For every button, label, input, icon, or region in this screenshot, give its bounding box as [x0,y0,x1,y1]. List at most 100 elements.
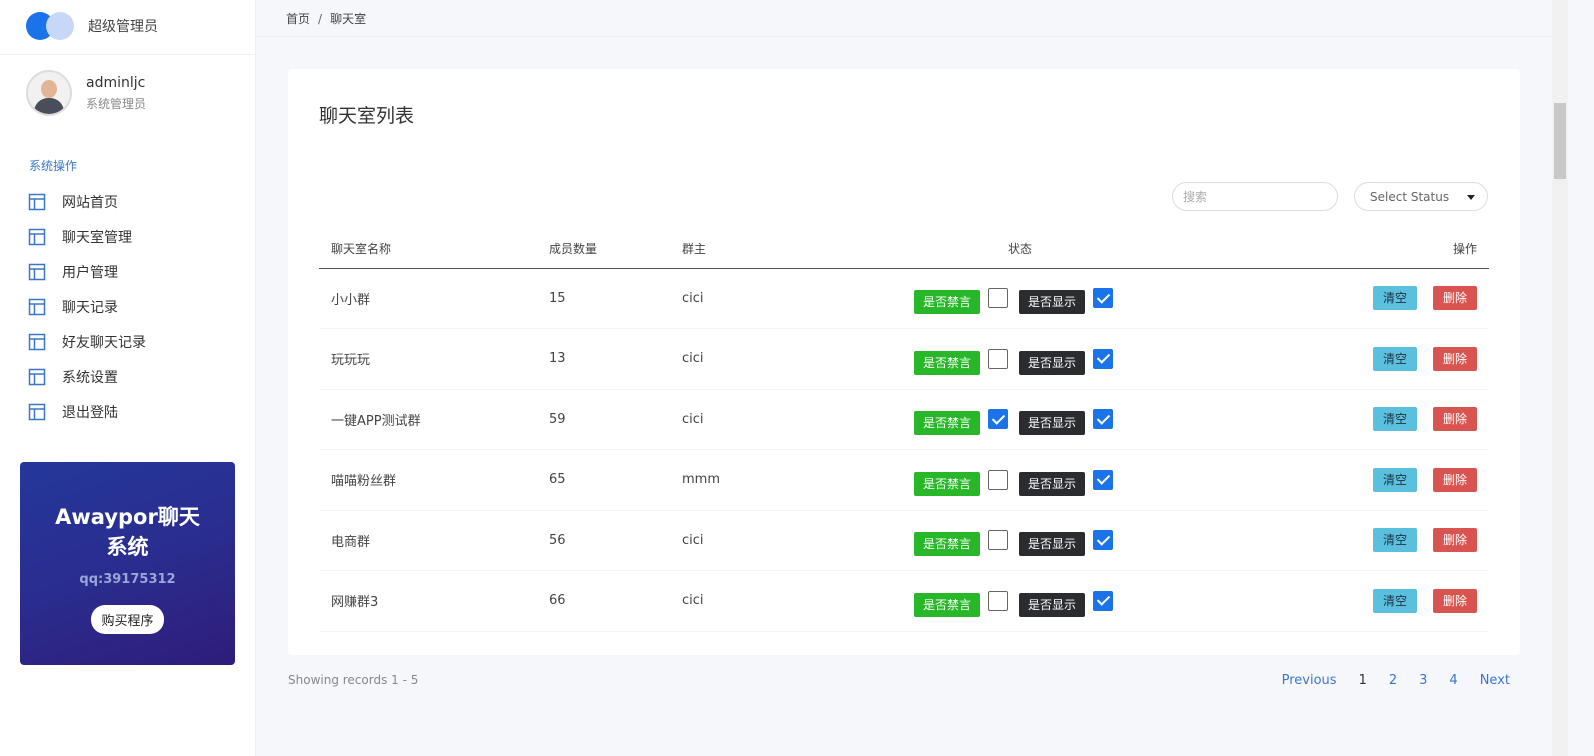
breadcrumb-separator: / [318,12,323,26]
check-icon [1096,592,1110,606]
sidebar-item-label: 聊天室管理 [62,229,132,246]
clear-button[interactable]: 清空 [1372,407,1417,432]
cell-owner: cici [682,510,882,571]
header-count: 成员数量 [549,229,682,269]
sidebar-item-label: 网站首页 [62,194,118,211]
check-icon [1096,290,1110,304]
pagination-next[interactable]: Next [1480,673,1510,688]
layout-icon [28,403,46,420]
header-ops: 操作 [1312,229,1489,269]
buy-program-button[interactable]: 购买程序 [91,605,164,634]
clear-button[interactable]: 清空 [1372,346,1417,371]
mute-checkbox[interactable] [988,530,1009,551]
show-checkbox[interactable] [1093,469,1114,490]
promo-qq: qq:39175312 [79,572,176,587]
cell-ops: 清空 删除 [1312,389,1489,450]
chatroom-list-card: 聊天室列表 Select Status 聊天室名称 成员数量 群主 状态 操作 … [288,69,1520,655]
cell-status: 是否禁言 是否显示 [882,389,1312,450]
user-name: adminljc [86,74,146,91]
check-icon [1096,471,1110,485]
pagination-page-4[interactable]: 4 [1449,673,1457,688]
layout-icon [28,228,46,245]
sidebar-item-label: 系统设置 [62,369,118,386]
show-checkbox[interactable] [1093,288,1114,309]
layout-icon [28,298,46,315]
cell-count: 59 [549,389,682,450]
mute-checkbox[interactable] [988,288,1009,309]
sidebar-item-chatroom-manage[interactable]: 聊天室管理 [28,219,146,254]
sidebar-item-chat-logs[interactable]: 聊天记录 [28,289,146,324]
cell-ops: 清空 删除 [1312,449,1489,511]
avatar [26,70,72,116]
mute-checkbox[interactable] [988,469,1009,490]
table-row: 一键APP测试群 59 cici 是否禁言 是否显示 清空 删除 [319,389,1489,450]
user-profile[interactable]: adminljc 系统管理员 [26,70,146,116]
sidebar-item-settings[interactable]: 系统设置 [28,359,146,394]
mute-tag: 是否禁言 [914,592,981,617]
table-row: 电商群 56 cici 是否禁言 是否显示 清空 删除 [319,510,1489,571]
layout-icon [28,263,46,280]
sidebar-item-friend-chat-logs[interactable]: 好友聊天记录 [28,324,146,359]
cell-ops: 清空 删除 [1312,328,1489,390]
delete-button[interactable]: 删除 [1432,346,1477,371]
delete-button[interactable]: 删除 [1432,588,1477,613]
delete-button[interactable]: 删除 [1432,528,1477,553]
mute-checkbox[interactable] [988,348,1009,369]
show-checkbox[interactable] [1093,409,1114,430]
status-select[interactable]: Select Status [1354,182,1488,211]
cell-name: 网赚群3 [319,570,549,632]
records-info: Showing records 1 - 5 [288,673,419,687]
clear-button[interactable]: 清空 [1372,467,1417,492]
check-icon [1096,532,1110,546]
pagination-previous[interactable]: Previous [1282,673,1337,688]
show-tag: 是否显示 [1019,532,1086,557]
sidebar-item-logout[interactable]: 退出登陆 [28,394,146,429]
search-input[interactable] [1172,182,1338,211]
divider [256,36,1552,37]
breadcrumb-current: 聊天室 [330,12,367,26]
cell-name: 一键APP测试群 [319,389,549,450]
brand[interactable]: 超级管理员 [26,12,158,40]
show-tag: 是否显示 [1019,411,1086,436]
header-owner: 群主 [682,229,882,269]
sidebar-item-label: 用户管理 [62,264,118,281]
scrollbar-thumb[interactable] [1554,103,1566,179]
cell-name: 喵喵粉丝群 [319,449,549,511]
cell-owner: cici [682,389,882,450]
delete-button[interactable]: 删除 [1432,467,1477,492]
cell-status: 是否禁言 是否显示 [882,510,1312,571]
breadcrumb-home[interactable]: 首页 [286,12,310,26]
mute-checkbox[interactable] [988,409,1009,430]
cell-count: 13 [549,328,682,390]
mute-tag: 是否禁言 [914,532,981,557]
promo-card: Awaypor聊天系统 qq:39175312 购买程序 [20,462,235,665]
cell-count: 65 [549,449,682,511]
show-checkbox[interactable] [1093,590,1114,611]
brand-name: 超级管理员 [88,19,158,35]
cell-name: 电商群 [319,510,549,571]
sidebar: 超级管理员 adminljc 系统管理员 系统操作 网站首页 聊天室管理 用户管… [0,0,256,756]
sidebar-item-home[interactable]: 网站首页 [28,184,146,219]
show-checkbox[interactable] [1093,348,1114,369]
show-checkbox[interactable] [1093,530,1114,551]
sidebar-item-users[interactable]: 用户管理 [28,254,146,289]
pagination-page-3[interactable]: 3 [1419,673,1427,688]
clear-button[interactable]: 清空 [1372,286,1417,311]
table-row: 小小群 15 cici 是否禁言 是否显示 清空 删除 [319,268,1489,329]
pagination-page-2[interactable]: 2 [1389,673,1397,688]
table-row: 喵喵粉丝群 65 mmm 是否禁言 是否显示 清空 删除 [319,449,1489,511]
delete-button[interactable]: 删除 [1432,286,1477,311]
clear-button[interactable]: 清空 [1372,528,1417,553]
cell-ops: 清空 删除 [1312,510,1489,571]
mute-checkbox[interactable] [988,590,1009,611]
breadcrumb: 首页 / 聊天室 [286,10,366,27]
mute-tag: 是否禁言 [914,290,981,315]
delete-button[interactable]: 删除 [1432,407,1477,432]
pagination-page-1[interactable]: 1 [1359,673,1367,688]
clear-button[interactable]: 清空 [1372,588,1417,613]
header-name: 聊天室名称 [319,229,549,269]
show-tag: 是否显示 [1019,350,1086,375]
caret-down-icon [1467,195,1475,200]
sidebar-item-label: 聊天记录 [62,299,118,316]
cell-owner: mmm [682,449,882,511]
